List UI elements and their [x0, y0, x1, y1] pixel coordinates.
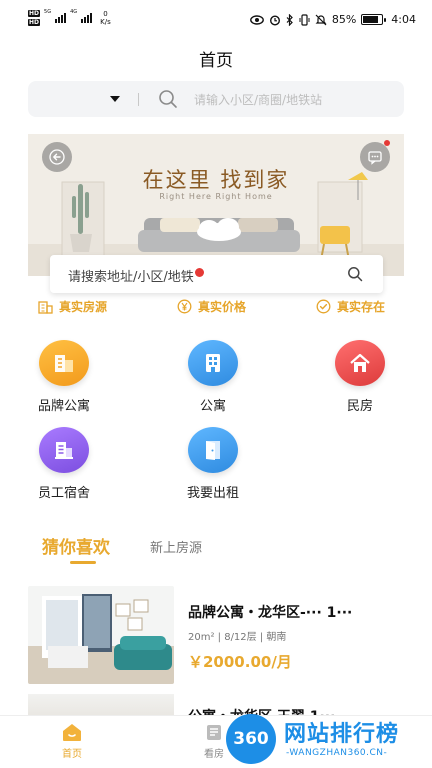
- category-label: 我要出租: [186, 486, 239, 501]
- page-title: 首页: [199, 51, 233, 71]
- nav-home[interactable]: 首页: [42, 722, 102, 760]
- category-brand-apartment[interactable]: 品牌公寓: [14, 340, 114, 414]
- mute-icon: [315, 14, 327, 25]
- clock: 4:04: [391, 13, 416, 26]
- guarantee-label-2: 真实价格: [198, 300, 247, 314]
- home-icon: [63, 724, 81, 741]
- category-house[interactable]: 民房: [310, 340, 410, 414]
- listing-card[interactable]: 品牌公寓・龙华区-··· 1··· 20m² | 8/12层 | 朝南 ￥200…: [28, 586, 404, 684]
- net-speed-unit: K/s: [100, 18, 111, 26]
- search-input[interactable]: [194, 90, 394, 110]
- building-icon: [38, 300, 53, 314]
- category-label: 品牌公寓: [37, 399, 90, 414]
- tab-guess-you-like[interactable]: 猜你喜欢: [42, 533, 110, 558]
- guarantee-real-exist: 真实存在: [316, 298, 385, 315]
- listing-price: ￥2000.00/月: [188, 653, 292, 671]
- nav-home-label: 首页: [62, 749, 82, 760]
- category-rent-out[interactable]: 我要出租: [163, 427, 263, 501]
- message-icon: [368, 151, 382, 165]
- category-dormitory[interactable]: 员工宿舍: [14, 427, 114, 501]
- listing-meta: 20m² | 8/12层 | 朝南: [188, 632, 287, 643]
- message-unread-dot: [384, 140, 390, 146]
- eye-icon: [249, 14, 264, 25]
- tab-new-listings[interactable]: 新上房源: [150, 537, 202, 556]
- guarantee-label-3: 真实存在: [337, 300, 386, 314]
- hd-badge-1: HD: [28, 10, 41, 17]
- watermark-text: 网站排行榜: [284, 722, 400, 747]
- category-label: 民房: [346, 399, 373, 414]
- city-dropdown-caret-icon[interactable]: [110, 96, 120, 102]
- status-left: HD HD 5G 4G 0 K/s: [28, 10, 111, 26]
- door-icon: [188, 427, 238, 473]
- status-right: 85% 4:04: [249, 13, 416, 26]
- guarantee-real-price: 真实价格: [177, 298, 246, 315]
- address-search-text: 请搜索地址/小区/地铁: [68, 270, 194, 285]
- apartment-icon: [188, 340, 238, 386]
- hd-badge-2: HD: [28, 19, 41, 26]
- category-label: 员工宿舍: [37, 486, 90, 501]
- network-type-2: 4G: [70, 9, 78, 15]
- banner-subtitle: Right Here Right Home: [159, 192, 273, 201]
- guarantee-real-listing: 真实房源: [38, 298, 107, 315]
- address-search-box[interactable]: 请搜索地址/小区/地铁: [50, 255, 383, 293]
- signal-icon-2: [81, 11, 93, 23]
- net-speed: 0 K/s: [100, 10, 111, 26]
- vibrate-icon: [299, 13, 310, 26]
- search-divider: [138, 93, 139, 106]
- message-button[interactable]: [360, 142, 390, 172]
- net-speed-value: 0: [103, 10, 108, 18]
- back-button[interactable]: [42, 142, 72, 172]
- category-label: 公寓: [199, 399, 226, 414]
- guarantees-row: 真实房源 真实价格 真实存在: [0, 298, 432, 316]
- watermark-badge: 360: [226, 714, 276, 764]
- search-bar[interactable]: [28, 81, 404, 117]
- watermark-url: -WANGZHAN360.CN-: [286, 748, 388, 758]
- bluetooth-icon: [286, 13, 293, 26]
- check-circle-icon: [316, 299, 331, 314]
- address-search-icon[interactable]: [347, 266, 363, 286]
- status-bar: HD HD 5G 4G 0 K/s 85% 4:04: [0, 0, 432, 40]
- arrow-left-icon: [49, 149, 65, 165]
- tab-active-indicator: [70, 561, 96, 564]
- house-icon: [335, 340, 385, 386]
- category-apartment[interactable]: 公寓: [163, 340, 263, 414]
- alarm-icon: [269, 14, 280, 26]
- battery-percent: 85%: [331, 13, 357, 26]
- guarantee-label-1: 真实房源: [59, 300, 108, 314]
- red-dot-icon: [195, 268, 204, 277]
- banner-title: 在这里 找到家: [142, 168, 290, 192]
- network-type-1: 5G: [44, 9, 52, 15]
- brand-apartment-icon: [39, 340, 89, 386]
- listing-photo: [28, 586, 174, 684]
- hd-badges: HD HD: [28, 10, 41, 26]
- signal-icon: [55, 11, 67, 23]
- search-icon: [158, 89, 178, 113]
- watermark: 360 网站排行榜 -WANGZHAN360.CN-: [226, 712, 432, 768]
- yen-circle-icon: [177, 299, 192, 314]
- battery-icon: [361, 14, 387, 25]
- listing-title: 品牌公寓・龙华区-··· 1···: [188, 605, 353, 621]
- list-icon: [207, 725, 221, 740]
- dormitory-icon: [39, 427, 89, 473]
